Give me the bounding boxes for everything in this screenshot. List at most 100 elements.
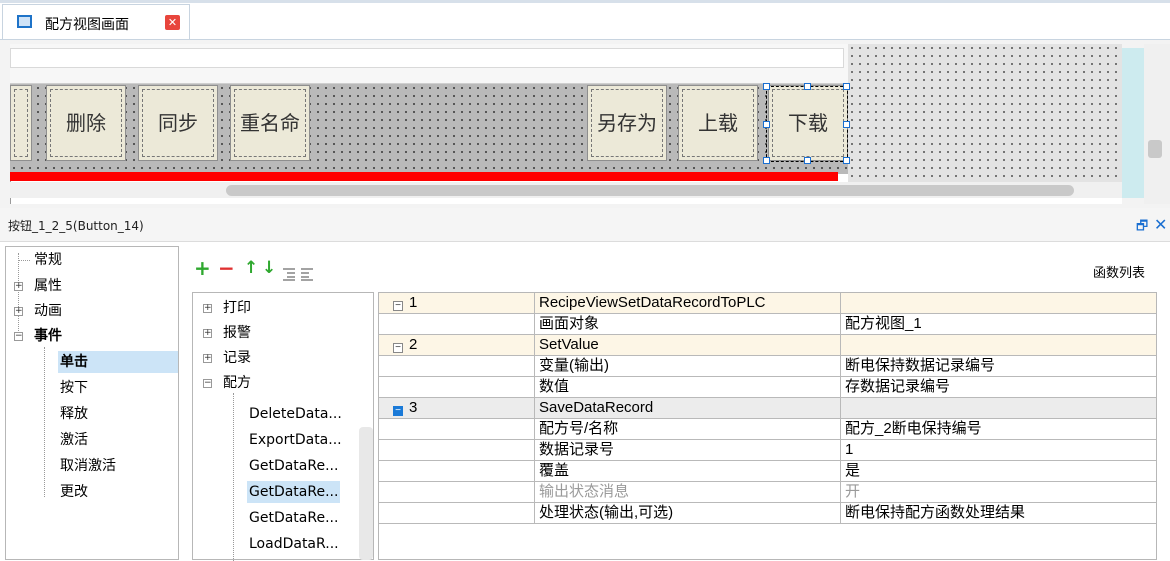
- expand-icon[interactable]: +: [203, 304, 212, 313]
- move-up-icon[interactable]: ↑: [244, 256, 258, 280]
- param-index: [379, 419, 535, 439]
- grid-row-function-2[interactable]: −2 SetValue: [379, 335, 1156, 356]
- func-item-selected[interactable]: GetDataRe...: [247, 481, 341, 503]
- func-group-recipe[interactable]: 配方: [223, 372, 251, 394]
- tree-item-general[interactable]: 常规: [34, 249, 62, 271]
- expand-icon[interactable]: +: [14, 282, 23, 291]
- func-item[interactable]: GetDataRe...: [249, 455, 338, 477]
- collapse-icon[interactable]: −: [393, 301, 403, 311]
- grid-row-param[interactable]: 数值 存数据记录编号: [379, 377, 1156, 398]
- resize-handle[interactable]: [763, 121, 770, 128]
- function-name[interactable]: SetValue: [535, 335, 841, 355]
- function-value: [841, 293, 1156, 313]
- param-value[interactable]: 1: [841, 440, 1156, 460]
- func-group-logging[interactable]: 记录: [223, 347, 251, 369]
- param-index: [379, 461, 535, 481]
- tree-item-click[interactable]: 单击: [58, 351, 178, 373]
- expand-icon[interactable]: +: [203, 354, 212, 363]
- tree-item-deactivate[interactable]: 取消激活: [60, 455, 116, 477]
- param-name: 数据记录号: [535, 440, 841, 460]
- collapse-icon[interactable]: −: [203, 379, 212, 388]
- resize-handle[interactable]: [843, 83, 850, 90]
- func-group-print[interactable]: 打印: [223, 297, 251, 319]
- partial-button[interactable]: [10, 85, 32, 161]
- selection-box[interactable]: [763, 83, 850, 164]
- expand-icon[interactable]: +: [14, 307, 23, 316]
- grid-row-param[interactable]: 数据记录号 1: [379, 440, 1156, 461]
- screen-edge: [1122, 48, 1144, 198]
- grid-row-param[interactable]: 处理状态(输出,可选) 断电保持配方函数处理结果: [379, 503, 1156, 524]
- resize-handle[interactable]: [804, 83, 811, 90]
- outdent-icon[interactable]: [300, 262, 314, 286]
- indent-icon[interactable]: [282, 262, 296, 286]
- function-tree: + 打印 + 报警 + 记录 − 配方 DeleteData... Export…: [192, 292, 374, 561]
- param-value[interactable]: 断电保持数据记录编号: [841, 356, 1156, 376]
- delete-button[interactable]: 删除: [46, 85, 126, 161]
- param-index: [379, 356, 535, 376]
- param-value[interactable]: 存数据记录编号: [841, 377, 1156, 397]
- func-item[interactable]: LoadDataR...: [249, 533, 339, 555]
- function-name[interactable]: SaveDataRecord: [535, 398, 841, 418]
- expand-icon[interactable]: +: [203, 329, 212, 338]
- grid-row-param[interactable]: 变量(输出) 断电保持数据记录编号: [379, 356, 1156, 377]
- func-group-alarm[interactable]: 报警: [223, 322, 251, 344]
- remove-icon[interactable]: −: [218, 256, 235, 280]
- category-tree: 常规 + 属性 + 动画 − 事件 单击 按下 释放 激活 取消激活 更改: [5, 246, 179, 560]
- resize-handle[interactable]: [763, 157, 770, 164]
- tree-item-animation[interactable]: 动画: [34, 300, 62, 322]
- tree-item-events[interactable]: 事件: [34, 325, 62, 347]
- save-as-button[interactable]: 另存为: [587, 85, 667, 161]
- resize-handle[interactable]: [843, 121, 850, 128]
- add-icon[interactable]: +: [194, 256, 211, 280]
- collapse-icon[interactable]: −: [14, 332, 23, 341]
- grid-row-param[interactable]: 覆盖 是: [379, 461, 1156, 482]
- top-border: [0, 0, 1170, 3]
- function-value: [841, 335, 1156, 355]
- tree-item-change[interactable]: 更改: [60, 481, 88, 503]
- screen-editor[interactable]: 删除 同步 重名命 另存为 上载 下载: [0, 40, 1170, 208]
- param-value[interactable]: 开: [841, 482, 1156, 502]
- tree-item-release[interactable]: 释放: [60, 403, 88, 425]
- resize-handle[interactable]: [763, 83, 770, 90]
- recipe-view-top: [10, 44, 848, 84]
- tab-recipe-view-screen[interactable]: 配方视图画面 ✕: [2, 4, 190, 40]
- param-index: [379, 440, 535, 460]
- param-value[interactable]: 配方视图_1: [841, 314, 1156, 334]
- close-icon[interactable]: ✕: [165, 15, 180, 30]
- function-tree-scroll-thumb[interactable]: [359, 427, 373, 560]
- param-value[interactable]: 配方_2断电保持编号: [841, 419, 1156, 439]
- func-item[interactable]: DeleteData...: [249, 403, 342, 425]
- grid-row-param[interactable]: 画面对象 配方视图_1: [379, 314, 1156, 335]
- param-name: 变量(输出): [535, 356, 841, 376]
- grid-row-param[interactable]: 配方号/名称 配方_2断电保持编号: [379, 419, 1156, 440]
- grid-row-param[interactable]: 输出状态消息 开: [379, 482, 1156, 503]
- vertical-scrollbar[interactable]: [1144, 44, 1170, 204]
- func-item[interactable]: GetDataRe...: [249, 507, 338, 529]
- rename-button[interactable]: 重名命: [230, 85, 310, 161]
- param-value[interactable]: 断电保持配方函数处理结果: [841, 503, 1156, 523]
- object-title: 按钮_1_2_5(Button_14): [8, 219, 144, 233]
- tree-item-properties[interactable]: 属性: [34, 275, 62, 297]
- horizontal-scrollbar[interactable]: [10, 182, 1122, 198]
- tree-item-press[interactable]: 按下: [60, 377, 88, 399]
- resize-handle[interactable]: [843, 157, 850, 164]
- tree-line: [44, 347, 45, 497]
- horizontal-scroll-thumb[interactable]: [226, 185, 1074, 196]
- param-value[interactable]: 是: [841, 461, 1156, 481]
- function-name[interactable]: RecipeViewSetDataRecordToPLC: [535, 293, 841, 313]
- grid-row-function-3[interactable]: −3 SaveDataRecord: [379, 398, 1156, 419]
- grid-row-function-1[interactable]: −1 RecipeViewSetDataRecordToPLC: [379, 293, 1156, 314]
- float-window-icon[interactable]: 🗗: [1136, 217, 1148, 239]
- collapse-icon[interactable]: −: [393, 406, 403, 416]
- move-down-icon[interactable]: ↓: [262, 256, 276, 280]
- collapse-icon[interactable]: −: [393, 343, 403, 353]
- close-panel-icon[interactable]: ✕: [1154, 215, 1167, 234]
- resize-handle[interactable]: [804, 157, 811, 164]
- param-index: [379, 482, 535, 502]
- param-name: 处理状态(输出,可选): [535, 503, 841, 523]
- func-item[interactable]: ExportData...: [249, 429, 342, 451]
- vertical-scroll-thumb[interactable]: [1148, 140, 1162, 158]
- sync-button[interactable]: 同步: [138, 85, 218, 161]
- tree-item-activate[interactable]: 激活: [60, 429, 88, 451]
- upload-button[interactable]: 上载: [678, 85, 758, 161]
